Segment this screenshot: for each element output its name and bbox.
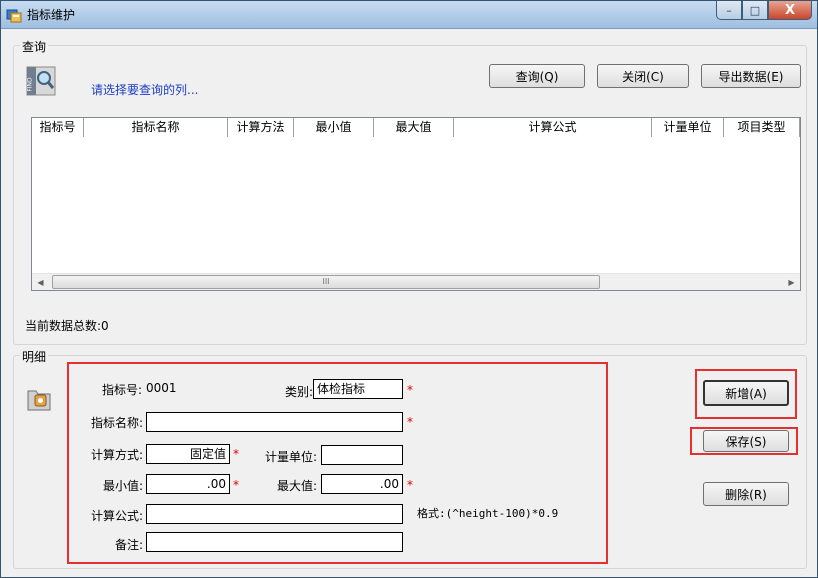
min-label: 最小值: [102, 479, 143, 493]
title-bar[interactable]: 指标维护 – □ X [1, 1, 817, 29]
main-window: 指标维护 – □ X 查询 FIND 请选择要查询的列... 查询(Q) 关闭(… [0, 0, 818, 578]
horizontal-scrollbar[interactable]: ◀ III ▶ [32, 273, 800, 290]
column-header[interactable]: 指标名称 [84, 118, 228, 137]
column-header[interactable]: 最大值 [374, 118, 454, 137]
grid-header: 指标号 指标名称 计算方法 最小值 最大值 计算公式 计量单位 项目类型 [32, 118, 800, 137]
required-mark: * [407, 415, 413, 429]
required-mark: * [233, 478, 239, 492]
column-header[interactable]: 计算方法 [228, 118, 294, 137]
method-label: 计算方式: [90, 448, 143, 462]
column-header[interactable]: 项目类型 [724, 118, 800, 137]
window-title: 指标维护 [27, 8, 76, 22]
formula-label: 计算公式: [90, 509, 143, 523]
record-count-value: 0 [101, 319, 109, 333]
id-value: 0001 [146, 381, 177, 395]
scroll-left-icon[interactable]: ◀ [32, 274, 49, 290]
detail-legend: 明细 [20, 348, 49, 365]
query-button[interactable]: 查询(Q) [489, 64, 585, 88]
window-controls: – □ X [716, 1, 812, 21]
formula-field[interactable] [146, 504, 403, 524]
add-button[interactable]: 新增(A) [703, 380, 789, 406]
min-field[interactable]: .00 [146, 474, 230, 494]
max-field[interactable]: .00 [321, 474, 403, 494]
unit-field[interactable] [321, 445, 403, 465]
method-field[interactable]: 固定值 [146, 444, 230, 464]
minimize-icon: – [726, 3, 732, 17]
scroll-right-icon[interactable]: ▶ [783, 274, 800, 290]
category-field[interactable]: 体检指标 [313, 379, 403, 399]
remark-field[interactable] [146, 532, 403, 552]
max-label: 最大值: [276, 479, 317, 493]
name-field[interactable] [146, 412, 403, 432]
results-grid[interactable]: 指标号 指标名称 计算方法 最小值 最大值 计算公式 计量单位 项目类型 ◀ I… [31, 117, 801, 291]
close-icon: X [784, 2, 796, 18]
column-header[interactable]: 计量单位 [652, 118, 724, 137]
delete-button[interactable]: 删除(R) [703, 482, 789, 506]
category-label: 类别: [284, 385, 313, 399]
record-count: 当前数据总数:0 [25, 317, 109, 334]
minimize-button[interactable]: – [716, 1, 742, 20]
maximize-icon: □ [749, 3, 761, 17]
required-mark: * [407, 478, 413, 492]
required-mark: * [407, 383, 413, 397]
scroll-thumb[interactable]: III [52, 275, 600, 289]
record-count-label: 当前数据总数: [25, 319, 102, 333]
unit-label: 计量单位: [264, 450, 317, 464]
detail-icon [27, 390, 51, 411]
maximize-button[interactable]: □ [742, 1, 768, 20]
close-window-button[interactable]: X [768, 1, 812, 20]
query-legend: 查询 [20, 38, 49, 55]
name-label: 指标名称: [90, 416, 143, 430]
column-header[interactable]: 指标号 [32, 118, 84, 137]
required-mark: * [233, 447, 239, 461]
format-hint: 格式:(^height-100)*0.9 [417, 507, 559, 520]
column-header[interactable]: 最小值 [294, 118, 374, 137]
id-label: 指标号: [101, 383, 142, 397]
column-header[interactable]: 计算公式 [454, 118, 652, 137]
app-icon [6, 9, 22, 23]
export-button[interactable]: 导出数据(E) [701, 64, 801, 88]
find-icon-label: FIND [26, 77, 34, 92]
save-button[interactable]: 保存(S) [703, 430, 789, 452]
close-button[interactable]: 关闭(C) [597, 64, 689, 88]
query-hint[interactable]: 请选择要查询的列... [91, 81, 198, 98]
remark-label: 备注: [114, 538, 143, 552]
